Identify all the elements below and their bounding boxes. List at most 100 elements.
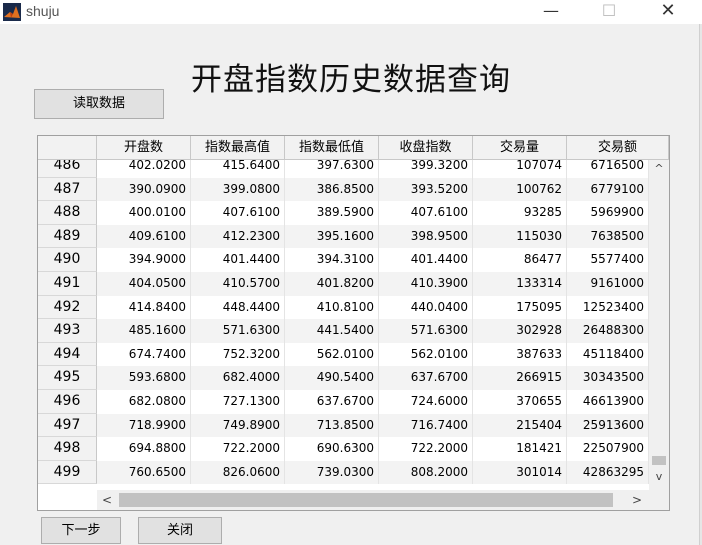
table-cell[interactable]: 739.0300 [285,460,379,485]
table-cell[interactable]: 215404 [473,413,567,438]
column-header[interactable]: 开盘数 [97,136,191,160]
table-row[interactable]: 491 404.0500 410.5700 401.8200 410.3900 13331… [38,272,649,296]
next-step-button[interactable]: 下一步 [41,517,121,544]
table-row[interactable]: 496 682.0800 727.1300 637.6700 724.6000 37065… [38,390,649,414]
minimize-button[interactable]: — [528,0,574,24]
table-cell[interactable]: 86477 [473,248,567,272]
column-header[interactable]: 交易量 [473,136,567,160]
table-cell[interactable]: 6779100 [567,177,649,202]
table-cell[interactable]: 100762 [473,177,567,202]
close-button[interactable]: 关闭 [138,517,222,544]
horizontal-scroll-thumb[interactable] [119,493,613,507]
table-cell[interactable]: 401.4400 [191,248,285,272]
table-cell[interactable]: 42863295 [567,460,649,485]
vertical-scroll-thumb[interactable] [652,456,666,465]
table-cell[interactable]: 370655 [473,390,567,414]
table-cell[interactable]: 402.0200 [97,160,191,178]
table-cell[interactable]: 389.5900 [285,201,379,225]
table-cell[interactable]: 266915 [473,366,567,390]
data-table[interactable]: 开盘数 指数最高值 指数最低值 收盘指数 交易量 交易额 486 402.0200 415.6… [37,135,670,511]
table-cell[interactable]: 107074 [473,160,567,178]
table-cell[interactable]: 571.6300 [379,319,473,343]
row-header[interactable]: 486 [38,160,97,178]
table-row[interactable]: 495 593.6800 682.4000 490.5400 637.6700 26691… [38,366,649,390]
table-cell[interactable]: 752.3200 [191,342,285,367]
table-cell[interactable]: 441.5400 [285,319,379,343]
table-cell[interactable]: 410.8100 [285,295,379,320]
row-header[interactable]: 491 [38,272,97,296]
table-cell[interactable]: 690.6300 [285,437,379,461]
scroll-down-icon[interactable]: v [649,468,669,486]
table-cell[interactable]: 562.0100 [379,342,473,367]
table-cell[interactable]: 115030 [473,224,567,249]
table-cell[interactable]: 826.0600 [191,460,285,485]
table-row[interactable]: 486 402.0200 415.6400 397.6300 399.3200 10707… [38,160,649,178]
table-cell[interactable]: 694.8800 [97,437,191,461]
table-cell[interactable]: 724.6000 [379,390,473,414]
table-cell[interactable]: 682.4000 [191,366,285,390]
table-cell[interactable]: 390.0900 [97,177,191,202]
table-row[interactable]: 498 694.8800 722.2000 690.6300 722.2000 18142… [38,437,649,461]
row-header[interactable]: 493 [38,319,97,343]
table-cell[interactable]: 749.8900 [191,413,285,438]
table-cell[interactable]: 394.3100 [285,248,379,272]
table-cell[interactable]: 410.5700 [191,272,285,296]
table-row[interactable]: 499 760.6500 826.0600 739.0300 808.2000 30101… [38,460,649,485]
table-cell[interactable]: 302928 [473,319,567,343]
row-header[interactable]: 495 [38,366,97,390]
scroll-left-icon[interactable]: < [97,490,117,510]
table-row[interactable]: 494 674.7400 752.3200 562.0100 562.0100 38763… [38,342,649,367]
table-cell[interactable]: 440.0400 [379,295,473,320]
table-row[interactable]: 487 390.0900 399.0800 386.8500 393.5200 10076… [38,177,649,202]
table-cell[interactable]: 722.2000 [191,437,285,461]
row-header[interactable]: 497 [38,413,97,438]
row-header[interactable]: 496 [38,390,97,414]
table-cell[interactable]: 9161000 [567,272,649,296]
table-row[interactable]: 489 409.6100 412.2300 395.1600 398.9500 11503… [38,224,649,249]
row-header[interactable]: 489 [38,224,97,249]
table-cell[interactable]: 386.8500 [285,177,379,202]
column-header[interactable]: 交易额 [567,136,669,160]
table-cell[interactable]: 485.1600 [97,319,191,343]
table-cell[interactable]: 30343500 [567,366,649,390]
table-cell[interactable]: 716.7400 [379,413,473,438]
table-cell[interactable]: 808.2000 [379,460,473,485]
table-cell[interactable]: 6716500 [567,160,649,178]
table-cell[interactable]: 12523400 [567,295,649,320]
row-header[interactable]: 494 [38,342,97,367]
row-header[interactable]: 488 [38,201,97,225]
table-cell[interactable]: 490.5400 [285,366,379,390]
table-cell[interactable]: 395.1600 [285,224,379,249]
scroll-right-icon[interactable]: > [627,490,647,510]
table-cell[interactable]: 415.6400 [191,160,285,178]
table-cell[interactable]: 637.6700 [285,390,379,414]
table-cell[interactable]: 393.5200 [379,177,473,202]
table-cell[interactable]: 387633 [473,342,567,367]
close-window-button[interactable]: ✕ [645,0,691,24]
table-cell[interactable]: 399.3200 [379,160,473,178]
table-row[interactable]: 492 414.8400 448.4400 410.8100 440.0400 17509… [38,295,649,320]
horizontal-scrollbar[interactable]: < > [97,490,649,510]
maximize-button[interactable]: ☐ [586,0,632,24]
table-cell[interactable]: 175095 [473,295,567,320]
table-cell[interactable]: 682.0800 [97,390,191,414]
table-cell[interactable]: 674.7400 [97,342,191,367]
table-cell[interactable]: 7638500 [567,224,649,249]
table-cell[interactable]: 401.4400 [379,248,473,272]
table-cell[interactable]: 5577400 [567,248,649,272]
scroll-up-icon[interactable]: ^ [649,160,669,178]
table-cell[interactable]: 412.2300 [191,224,285,249]
table-cell[interactable]: 26488300 [567,319,649,343]
table-cell[interactable]: 727.1300 [191,390,285,414]
table-cell[interactable]: 301014 [473,460,567,485]
vertical-scrollbar[interactable]: ^ v [649,160,669,490]
table-cell[interactable]: 414.8400 [97,295,191,320]
row-header[interactable]: 498 [38,437,97,461]
table-cell[interactable]: 397.6300 [285,160,379,178]
row-header[interactable]: 490 [38,248,97,272]
table-cell[interactable]: 593.6800 [97,366,191,390]
table-cell[interactable]: 400.0100 [97,201,191,225]
column-header[interactable]: 指数最高值 [191,136,285,160]
table-cell[interactable]: 93285 [473,201,567,225]
table-cell[interactable]: 22507900 [567,437,649,461]
